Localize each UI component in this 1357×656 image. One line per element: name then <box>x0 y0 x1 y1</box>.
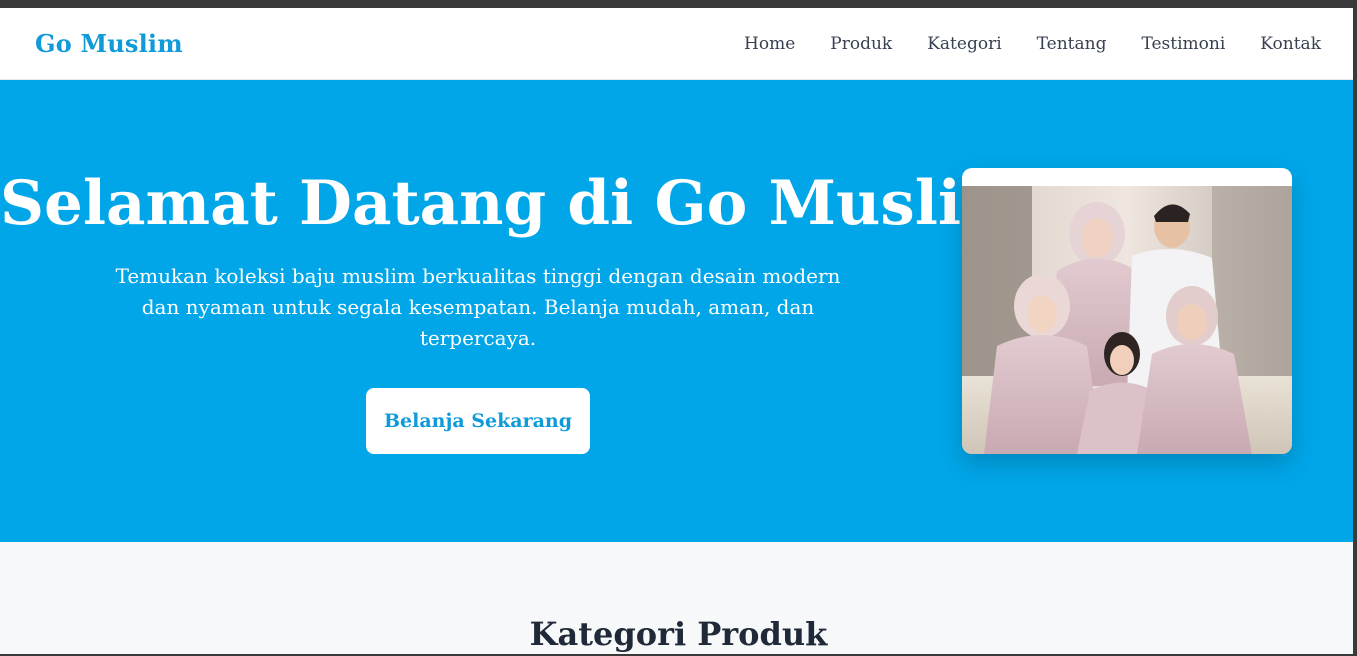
family-photo <box>962 186 1292 454</box>
shop-now-button[interactable]: Belanja Sekarang <box>366 388 590 454</box>
hero-subtitle: Temukan koleksi baju muslim berkualitas … <box>115 264 841 350</box>
nav-link-kontak[interactable]: Kontak <box>1260 34 1321 54</box>
hero-image-card <box>962 168 1292 454</box>
window-right-border <box>1353 0 1357 656</box>
nav-link-tentang[interactable]: Tentang <box>1037 34 1107 54</box>
brand-logo[interactable]: Go Muslim <box>35 29 183 58</box>
navbar: Go Muslim Home Produk Kategori Tentang T… <box>0 8 1357 80</box>
nav-links: Home Produk Kategori Tentang Testimoni K… <box>744 34 1321 54</box>
hero-section: Selamat Datang di Go Muslim Temukan kole… <box>0 80 1357 542</box>
nav-link-kategori[interactable]: Kategori <box>927 34 1001 54</box>
hero-title: Selamat Datang di Go Muslim <box>0 168 1026 239</box>
nav-link-produk[interactable]: Produk <box>830 34 892 54</box>
browser-top-bar <box>0 0 1357 8</box>
categories-title: Kategori Produk <box>529 615 828 653</box>
nav-link-home[interactable]: Home <box>744 34 795 54</box>
nav-link-testimoni[interactable]: Testimoni <box>1141 34 1225 54</box>
